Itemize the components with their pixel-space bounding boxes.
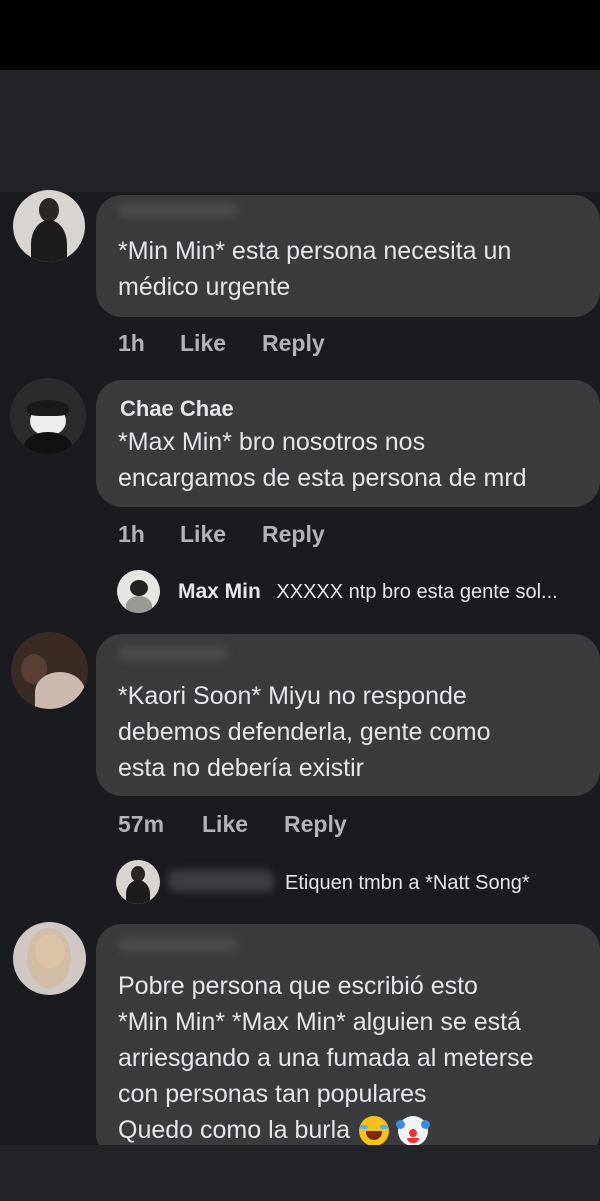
reply-avatar[interactable]	[117, 570, 160, 613]
comment-text-line: *Min Min* *Max Min* alguien se está	[118, 1008, 521, 1036]
avatar[interactable]	[11, 632, 88, 709]
reply-button[interactable]: Reply	[262, 521, 325, 548]
reply-text: Etiquen tmbn a *Natt Song*	[285, 872, 530, 894]
reply-preview[interactable]: Etiquen tmbn a *Natt Song*	[285, 872, 530, 895]
avatar[interactable]	[13, 190, 85, 262]
comment-text-line: Pobre persona que escribió esto	[118, 972, 478, 1000]
comment-bubble: Pobre persona que escribió esto *Min Min…	[96, 924, 600, 1159]
bottom-area	[0, 1145, 600, 1201]
comment-text-line: *Max Min* bro nosotros nos	[118, 428, 426, 456]
comment-text-line: *Kaori Soon* Miyu no responde	[118, 682, 467, 710]
avatar[interactable]	[10, 378, 86, 454]
comment-text-line: encargamos de esta persona de mrd	[118, 464, 527, 492]
avatar[interactable]	[13, 922, 86, 995]
comment-text-line: arriesgando a una fumada al meterse	[118, 1044, 534, 1072]
reply-button[interactable]: Reply	[262, 330, 325, 357]
laughing-crying-emoji-icon	[359, 1116, 390, 1147]
comment-time: 57m	[118, 811, 165, 837]
reply-button[interactable]: Reply	[284, 811, 347, 838]
like-button[interactable]: Like	[180, 521, 226, 548]
comment-text-line: *Min Min* esta persona necesita un	[118, 237, 512, 265]
redacted-reply-author	[168, 870, 274, 892]
redacted-author-name	[118, 938, 238, 952]
comment-text-line: Quedo como la burla	[118, 1116, 351, 1144]
like-button[interactable]: Like	[180, 330, 226, 357]
reply-preview[interactable]: Max Min XXXXX ntp bro esta gente sol...	[178, 580, 558, 604]
redacted-author-name	[118, 203, 238, 217]
comment-bubble: *Min Min* esta persona necesita un médic…	[96, 195, 600, 317]
comment-text-last-line: Quedo como la burla	[118, 1112, 430, 1148]
comment-text-line: con personas tan populares	[118, 1080, 427, 1108]
comment-text-line: esta no debería existir	[118, 754, 364, 782]
like-button[interactable]: Like	[202, 811, 248, 838]
comment-text-line: debemos defenderla, gente como	[118, 718, 491, 746]
clown-emoji-icon	[396, 1116, 430, 1147]
comment-text-line: médico urgente	[118, 273, 291, 301]
comment-author[interactable]: Chae Chae	[120, 396, 234, 422]
comment-time: 1h	[118, 521, 145, 547]
status-bar	[0, 0, 600, 70]
comment-bubble: Chae Chae *Max Min* bro nosotros nos enc…	[96, 380, 600, 507]
reply-avatar[interactable]	[116, 860, 160, 904]
reply-author[interactable]: Max Min	[178, 580, 261, 603]
redacted-author-name	[118, 646, 228, 660]
header-area	[0, 70, 600, 192]
comment-time: 1h	[118, 330, 145, 356]
reply-text: XXXXX ntp bro esta gente sol...	[276, 581, 558, 603]
comment-bubble: *Kaori Soon* Miyu no responde debemos de…	[96, 634, 600, 796]
